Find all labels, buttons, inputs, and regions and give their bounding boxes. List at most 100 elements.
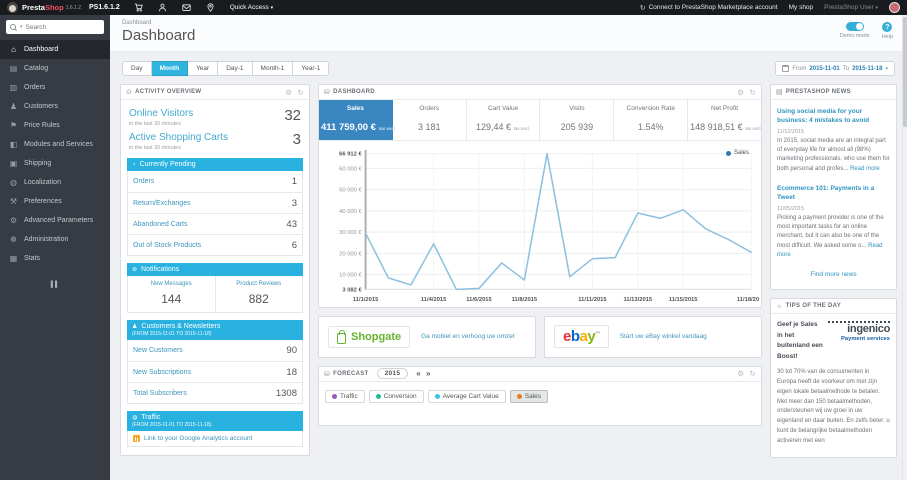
active-carts-stat: Active Shopping Carts in the last 30 min…: [129, 131, 301, 151]
gear-icon[interactable]: ⚙: [285, 88, 292, 97]
forecast-avg-cart-button[interactable]: Average Cart Value: [427, 389, 506, 403]
svg-text:30 000 €: 30 000 €: [339, 230, 362, 236]
total-subscribers-link[interactable]: Total Subscribers: [133, 390, 187, 397]
user-avatar[interactable]: [889, 2, 900, 13]
svg-text:10 000 €: 10 000 €: [339, 273, 362, 279]
chevron-down-icon: ▾: [875, 5, 878, 11]
active-carts-value: 3: [292, 131, 301, 148]
forecast-sales-button[interactable]: Sales: [509, 389, 548, 403]
new-subscriptions-link[interactable]: New Subscriptions: [133, 369, 191, 376]
sidebar-item-customers[interactable]: ♟ Customers: [0, 97, 110, 116]
dashboard-columns: ⊙ ACTIVITY OVERVIEW ⚙ ↻ Online Visitors i…: [120, 84, 897, 459]
sidebar-item-shipping[interactable]: ▣ Shipping: [0, 154, 110, 173]
new-customers-link[interactable]: New Customers: [133, 347, 183, 354]
tag-icon: ⚑: [9, 121, 18, 130]
filter-year-1-button[interactable]: Year-1: [293, 61, 330, 76]
filter-month-button[interactable]: Month: [151, 61, 189, 76]
sidebar-item-advanced-parameters[interactable]: ⚙ Advanced Parameters: [0, 211, 110, 230]
page-scrollbar: [902, 15, 907, 480]
demo-mode-toggle[interactable]: [845, 22, 864, 31]
cart-icon: ⛁: [324, 370, 331, 378]
gear-icon[interactable]: ⚙: [737, 88, 744, 97]
sidebar-item-modules[interactable]: ◧ Modules and Services: [0, 135, 110, 154]
ebay-link[interactable]: Start uw eBay winkel vandaag: [620, 333, 707, 340]
online-visitors-link[interactable]: Online Visitors: [129, 108, 193, 119]
sidebar-item-orders[interactable]: ▥ Orders: [0, 78, 110, 97]
demo-mode-control: Demo mode: [840, 22, 870, 39]
sidebar-item-administration[interactable]: ☸ Administration: [0, 230, 110, 249]
currently-pending-header: ◔ Currently Pending: [127, 158, 303, 171]
news-article-title[interactable]: Ecommerce 101: Payments in a Tweet: [777, 184, 890, 203]
news-article: Using social media for your business: 4 …: [777, 107, 890, 172]
ingenico-logo: ingenico Payment services: [828, 321, 890, 342]
rewind-icon[interactable]: «: [416, 369, 421, 378]
google-analytics-row: Link to your Google Analytics account: [127, 431, 303, 447]
user-menu[interactable]: PrestaShop User ▾: [824, 4, 878, 11]
shopgate-link[interactable]: Ga mobiel en verhoog uw omzet: [421, 333, 515, 340]
sidebar-item-dashboard[interactable]: ⌂ Dashboard: [0, 40, 110, 59]
refresh-icon[interactable]: ↻: [749, 369, 756, 378]
body-row: ▾ ⌂Dashboard ▤Catalog ▥Orders ♟Customers…: [0, 15, 907, 480]
sidebar-nav: ⌂ Dashboard ▤ Catalog ▥ Orders ♟ Customers ⚑…: [0, 40, 110, 268]
gear-icon[interactable]: ⚙: [737, 369, 744, 378]
kpi-orders[interactable]: Orders 3 181: [393, 100, 467, 140]
customer-icon[interactable]: [157, 2, 168, 13]
breadcrumb[interactable]: Dashboard: [122, 20, 895, 26]
cart-icon[interactable]: [133, 2, 144, 13]
read-more-link[interactable]: Read more: [850, 166, 880, 172]
brand-name: PrestaShop: [22, 3, 64, 12]
find-more-news-link[interactable]: Find more news: [777, 271, 890, 278]
kpi-sales[interactable]: Sales 411 759,00 € tax excl.: [319, 100, 396, 140]
google-analytics-link[interactable]: Link to your Google Analytics account: [144, 435, 252, 442]
orders-link[interactable]: Orders: [133, 178, 154, 185]
my-shop-link[interactable]: My shop: [789, 4, 814, 11]
refresh-icon[interactable]: ↻: [749, 88, 756, 97]
main-content: Dashboard Dashboard Demo mode ? Help Day: [110, 15, 907, 480]
search-input[interactable]: [25, 23, 100, 31]
online-visitors-value: 32: [284, 107, 301, 124]
envelope-icon[interactable]: [181, 2, 192, 13]
avg-cart-dot: [434, 393, 440, 399]
active-carts-link[interactable]: Active Shopping Carts: [129, 132, 228, 143]
chevron-down-icon: ▾: [270, 5, 274, 11]
returns-link[interactable]: Return/Exchanges: [133, 200, 191, 207]
forecast-traffic-button[interactable]: Traffic: [325, 389, 365, 403]
forward-icon[interactable]: »: [426, 369, 431, 378]
filter-year-button[interactable]: Year: [188, 61, 219, 76]
product-reviews-cell[interactable]: Product Reviews 882: [214, 276, 303, 312]
kpi-net-profit[interactable]: Net Profit 148 918,51 € tax excl.: [688, 100, 762, 140]
forecast-conversion-button[interactable]: Conversion: [368, 389, 424, 403]
filter-day-button[interactable]: Day: [122, 61, 152, 76]
marketplace-link[interactable]: ↻ Connect to PrestaShop Marketplace accou…: [640, 4, 778, 12]
sync-icon: ↻: [639, 4, 646, 12]
sidebar-item-stats[interactable]: ▦ Stats: [0, 249, 110, 268]
out-of-stock-link[interactable]: Out of Stock Products: [133, 242, 201, 249]
refresh-icon[interactable]: ↻: [297, 88, 304, 97]
sidebar-item-localization[interactable]: ◍ Localization: [0, 173, 110, 192]
date-range-picker[interactable]: From 2015-11-01 To 2015-11-18 ▾: [775, 61, 895, 76]
sidebar-item-price-rules[interactable]: ⚑ Price Rules: [0, 116, 110, 135]
abandoned-carts-link[interactable]: Abandoned Carts: [133, 221, 187, 228]
svg-text:60 000 €: 60 000 €: [339, 166, 362, 172]
news-article-title[interactable]: Using social media for your business: 4 …: [777, 107, 890, 126]
svg-text:11/6/2015: 11/6/2015: [466, 297, 492, 303]
sidebar-item-preferences[interactable]: ⚒ Preferences: [0, 192, 110, 211]
kpi-conversion-rate[interactable]: Conversion Rate 1.54%: [614, 100, 689, 140]
quick-access-menu[interactable]: Quick Access ▾: [230, 4, 273, 11]
sidebar-item-catalog[interactable]: ▤ Catalog: [0, 59, 110, 78]
help-icon[interactable]: ?: [882, 22, 893, 32]
filter-month-1-button[interactable]: Month-1: [252, 61, 294, 76]
svg-text:11/18/2015: 11/18/2015: [737, 297, 759, 303]
filter-day-1-button[interactable]: Day-1: [218, 61, 253, 76]
kpi-cart-value[interactable]: Cart Value 129,44 € tax excl.: [467, 100, 541, 140]
page-title: Dashboard: [122, 27, 196, 44]
shopgate-banner: Shopgate Ga mobiel en verhoog uw omzet: [318, 315, 536, 358]
pin-icon[interactable]: [205, 2, 216, 13]
scrollbar-thumb[interactable]: [903, 17, 907, 127]
new-messages-cell[interactable]: New Messages 144: [128, 276, 215, 312]
kpi-visits[interactable]: Visits 205 939: [540, 100, 615, 140]
chart-legend: Sales: [725, 150, 749, 156]
sidebar-collapse-button[interactable]: ▌▌: [0, 282, 110, 288]
topbar-right: ↻ Connect to PrestaShop Marketplace accou…: [640, 2, 900, 13]
search-icon: [10, 23, 17, 31]
